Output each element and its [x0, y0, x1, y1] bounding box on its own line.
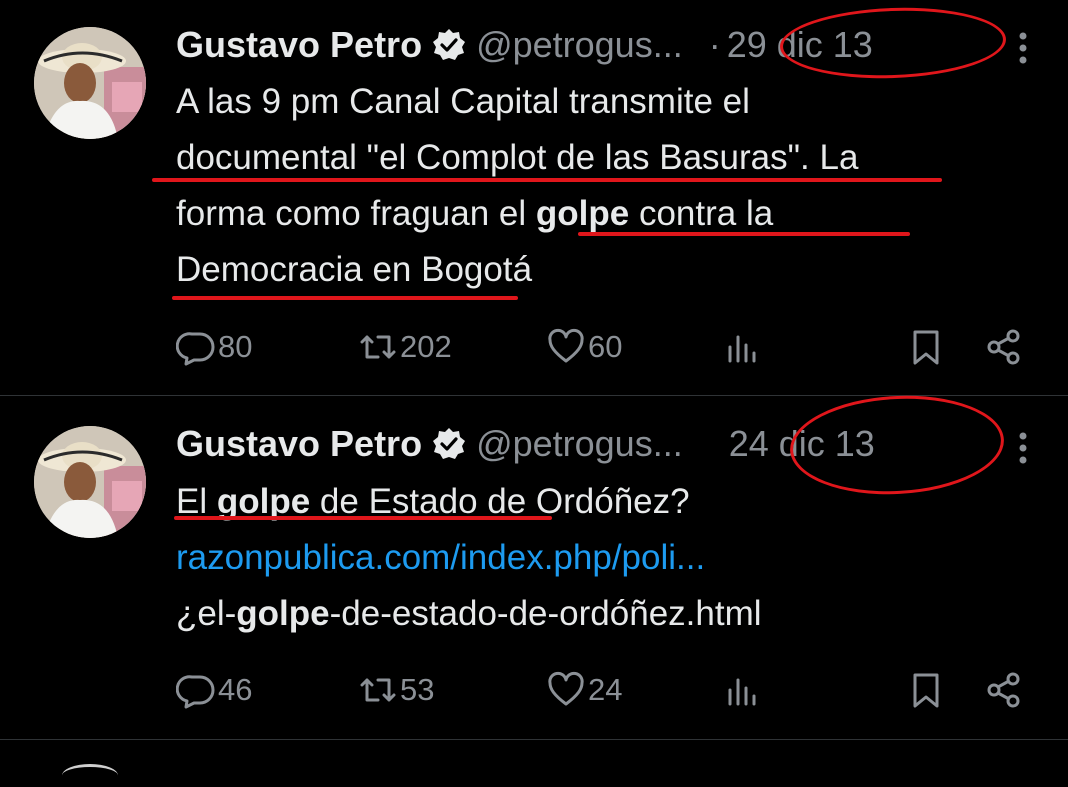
- author-name[interactable]: Gustavo Petro: [176, 423, 422, 465]
- share-icon: [987, 672, 1020, 708]
- reply-icon: [176, 332, 215, 366]
- views-button[interactable]: [722, 322, 762, 372]
- author-handle[interactable]: @petrogus...: [476, 24, 683, 66]
- action-bar: 46 53 24: [0, 665, 1068, 715]
- bookmark-icon: [913, 330, 939, 365]
- reply-icon: [176, 675, 215, 709]
- avatar[interactable]: [34, 27, 146, 139]
- more-icon[interactable]: [1016, 428, 1030, 468]
- reply-button[interactable]: 80: [176, 322, 252, 372]
- annotation-underline: [578, 232, 910, 236]
- bookmark-button[interactable]: [906, 665, 946, 715]
- author-name[interactable]: Gustavo Petro: [176, 24, 422, 66]
- retweet-button[interactable]: 202: [358, 322, 452, 372]
- tweet-text: A las 9 pm Canal Capital transmite el do…: [176, 74, 1036, 298]
- heart-icon: [548, 671, 584, 706]
- avatar[interactable]: [34, 426, 146, 538]
- retweet-icon: [360, 335, 396, 359]
- share-button[interactable]: [984, 665, 1024, 715]
- tweet-text: El golpe de Estado de Ordóñez? razonpubl…: [176, 474, 1036, 642]
- annotation-underline: [174, 516, 552, 520]
- action-bar: 80 202 60: [0, 322, 1068, 372]
- author-handle[interactable]: @petrogus...: [476, 423, 683, 465]
- bookmark-button[interactable]: [906, 322, 946, 372]
- verified-badge-icon: [432, 427, 466, 461]
- reply-count: 46: [218, 672, 253, 707]
- retweet-button[interactable]: 53: [358, 665, 434, 715]
- share-button[interactable]: [984, 322, 1024, 372]
- annotation-underline: [152, 178, 942, 182]
- like-count: 60: [588, 329, 623, 364]
- text-line: A las 9 pm Canal Capital transmite el: [176, 82, 750, 121]
- tweet-header: Gustavo Petro @petrogus... · 29 dic 13: [176, 19, 873, 71]
- highlight-word: golpe: [236, 594, 330, 633]
- retweet-count: 202: [400, 329, 452, 364]
- reply-count: 80: [218, 329, 253, 364]
- tweet-header: Gustavo Petro @petrogus... 24 dic 13: [176, 418, 875, 470]
- reply-button[interactable]: 46: [176, 665, 252, 715]
- retweet-count: 53: [400, 672, 435, 707]
- annotation-underline: [172, 296, 518, 300]
- tweet[interactable]: Gustavo Petro @petrogus... · 29 dic 13 A…: [0, 0, 1068, 395]
- bookmark-icon: [913, 673, 939, 708]
- tweet[interactable]: Gustavo Petro @petrogus... 24 dic 13 El …: [0, 390, 1068, 738]
- retweet-icon: [360, 678, 396, 702]
- text-line: Democracia en Bogotá: [176, 250, 533, 289]
- like-count: 24: [588, 672, 623, 707]
- share-icon: [987, 329, 1020, 365]
- annotation-circle: [778, 4, 1008, 82]
- verified-badge-icon: [432, 28, 466, 62]
- views-icon: [728, 678, 756, 706]
- next-tweet-avatar[interactable]: [62, 764, 118, 787]
- separator-dot: ·: [708, 24, 721, 65]
- highlight-word: golpe: [535, 194, 630, 233]
- divider: [0, 739, 1068, 740]
- more-icon[interactable]: [1016, 28, 1030, 68]
- like-button[interactable]: 24: [546, 665, 622, 715]
- heart-icon: [548, 328, 584, 363]
- tweet-link[interactable]: razonpublica.com/index.php/poli...: [176, 530, 1036, 586]
- views-icon: [728, 335, 756, 363]
- text-line: ¿el-golpe-de-estado-de-ordóñez.html: [176, 594, 762, 633]
- like-button[interactable]: 60: [546, 322, 622, 372]
- views-button[interactable]: [722, 665, 762, 715]
